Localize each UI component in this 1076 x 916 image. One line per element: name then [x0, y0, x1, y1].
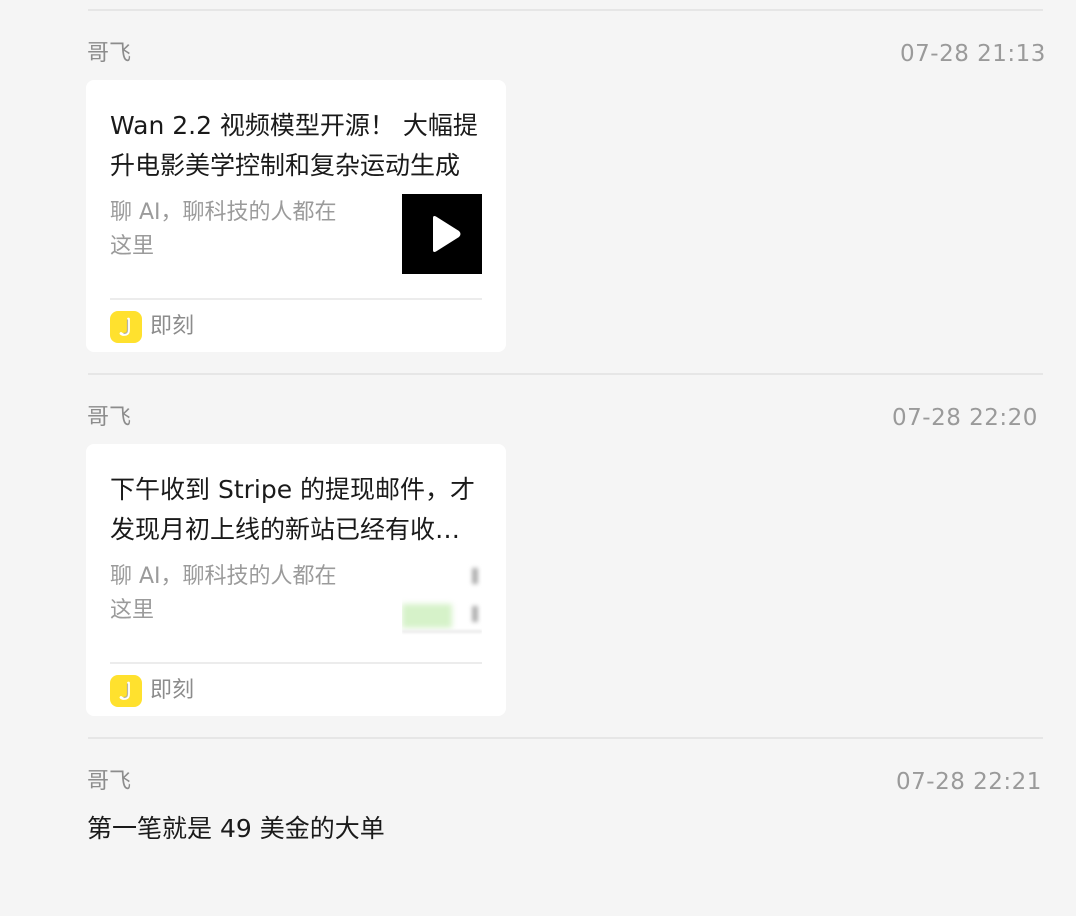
message-time: 07-28 22:21 [896, 769, 1042, 795]
message-text[interactable]: 第一笔就是 49 美金的大单 [87, 812, 385, 846]
message-time: 07-28 21:13 [900, 41, 1046, 67]
message-divider [88, 373, 1043, 375]
message-divider [88, 9, 1043, 11]
video-thumbnail [402, 194, 482, 274]
card-description-line: 聊 AI，聊科技的人都在 [110, 200, 337, 225]
card-description-line: 这里 [110, 234, 155, 259]
card-description-line: 聊 AI，聊科技的人都在 [110, 564, 337, 589]
sender-name: 哥飞 [87, 769, 132, 794]
source-name: 即刻 [150, 314, 195, 339]
message-time: 07-28 22:20 [892, 405, 1038, 431]
chat-message-list: 哥飞 07-28 21:13 Wan 2.2 视频模型开源！ 大幅提升电影美学控… [0, 0, 1076, 916]
sender-name: 哥飞 [87, 405, 132, 430]
card-description: 聊 AI，聊科技的人都在 这里 [110, 196, 360, 264]
card-separator [110, 298, 482, 300]
jike-app-icon [110, 675, 142, 707]
card-title: 下午收到 Stripe 的提现邮件，才发现月初上线的新站已经有收入了 [110, 475, 476, 544]
card-title: Wan 2.2 视频模型开源！ 大幅提升电影美学控制和复杂运动生成 [110, 111, 478, 180]
link-card[interactable]: Wan 2.2 视频模型开源！ 大幅提升电影美学控制和复杂运动生成 聊 AI，聊… [86, 80, 506, 352]
image-thumbnail [402, 558, 482, 638]
card-description: 聊 AI，聊科技的人都在 这里 [110, 560, 360, 628]
message-divider [88, 737, 1043, 739]
card-source: 即刻 [110, 311, 194, 343]
link-card[interactable]: 下午收到 Stripe 的提现邮件，才发现月初上线的新站已经有收入了 聊 AI，… [86, 444, 506, 716]
jike-app-icon [110, 311, 142, 343]
card-separator [110, 662, 482, 664]
play-icon [433, 216, 461, 252]
card-source: 即刻 [110, 675, 194, 707]
card-description-line: 这里 [110, 598, 155, 623]
source-name: 即刻 [150, 678, 195, 703]
sender-name: 哥飞 [87, 41, 132, 66]
